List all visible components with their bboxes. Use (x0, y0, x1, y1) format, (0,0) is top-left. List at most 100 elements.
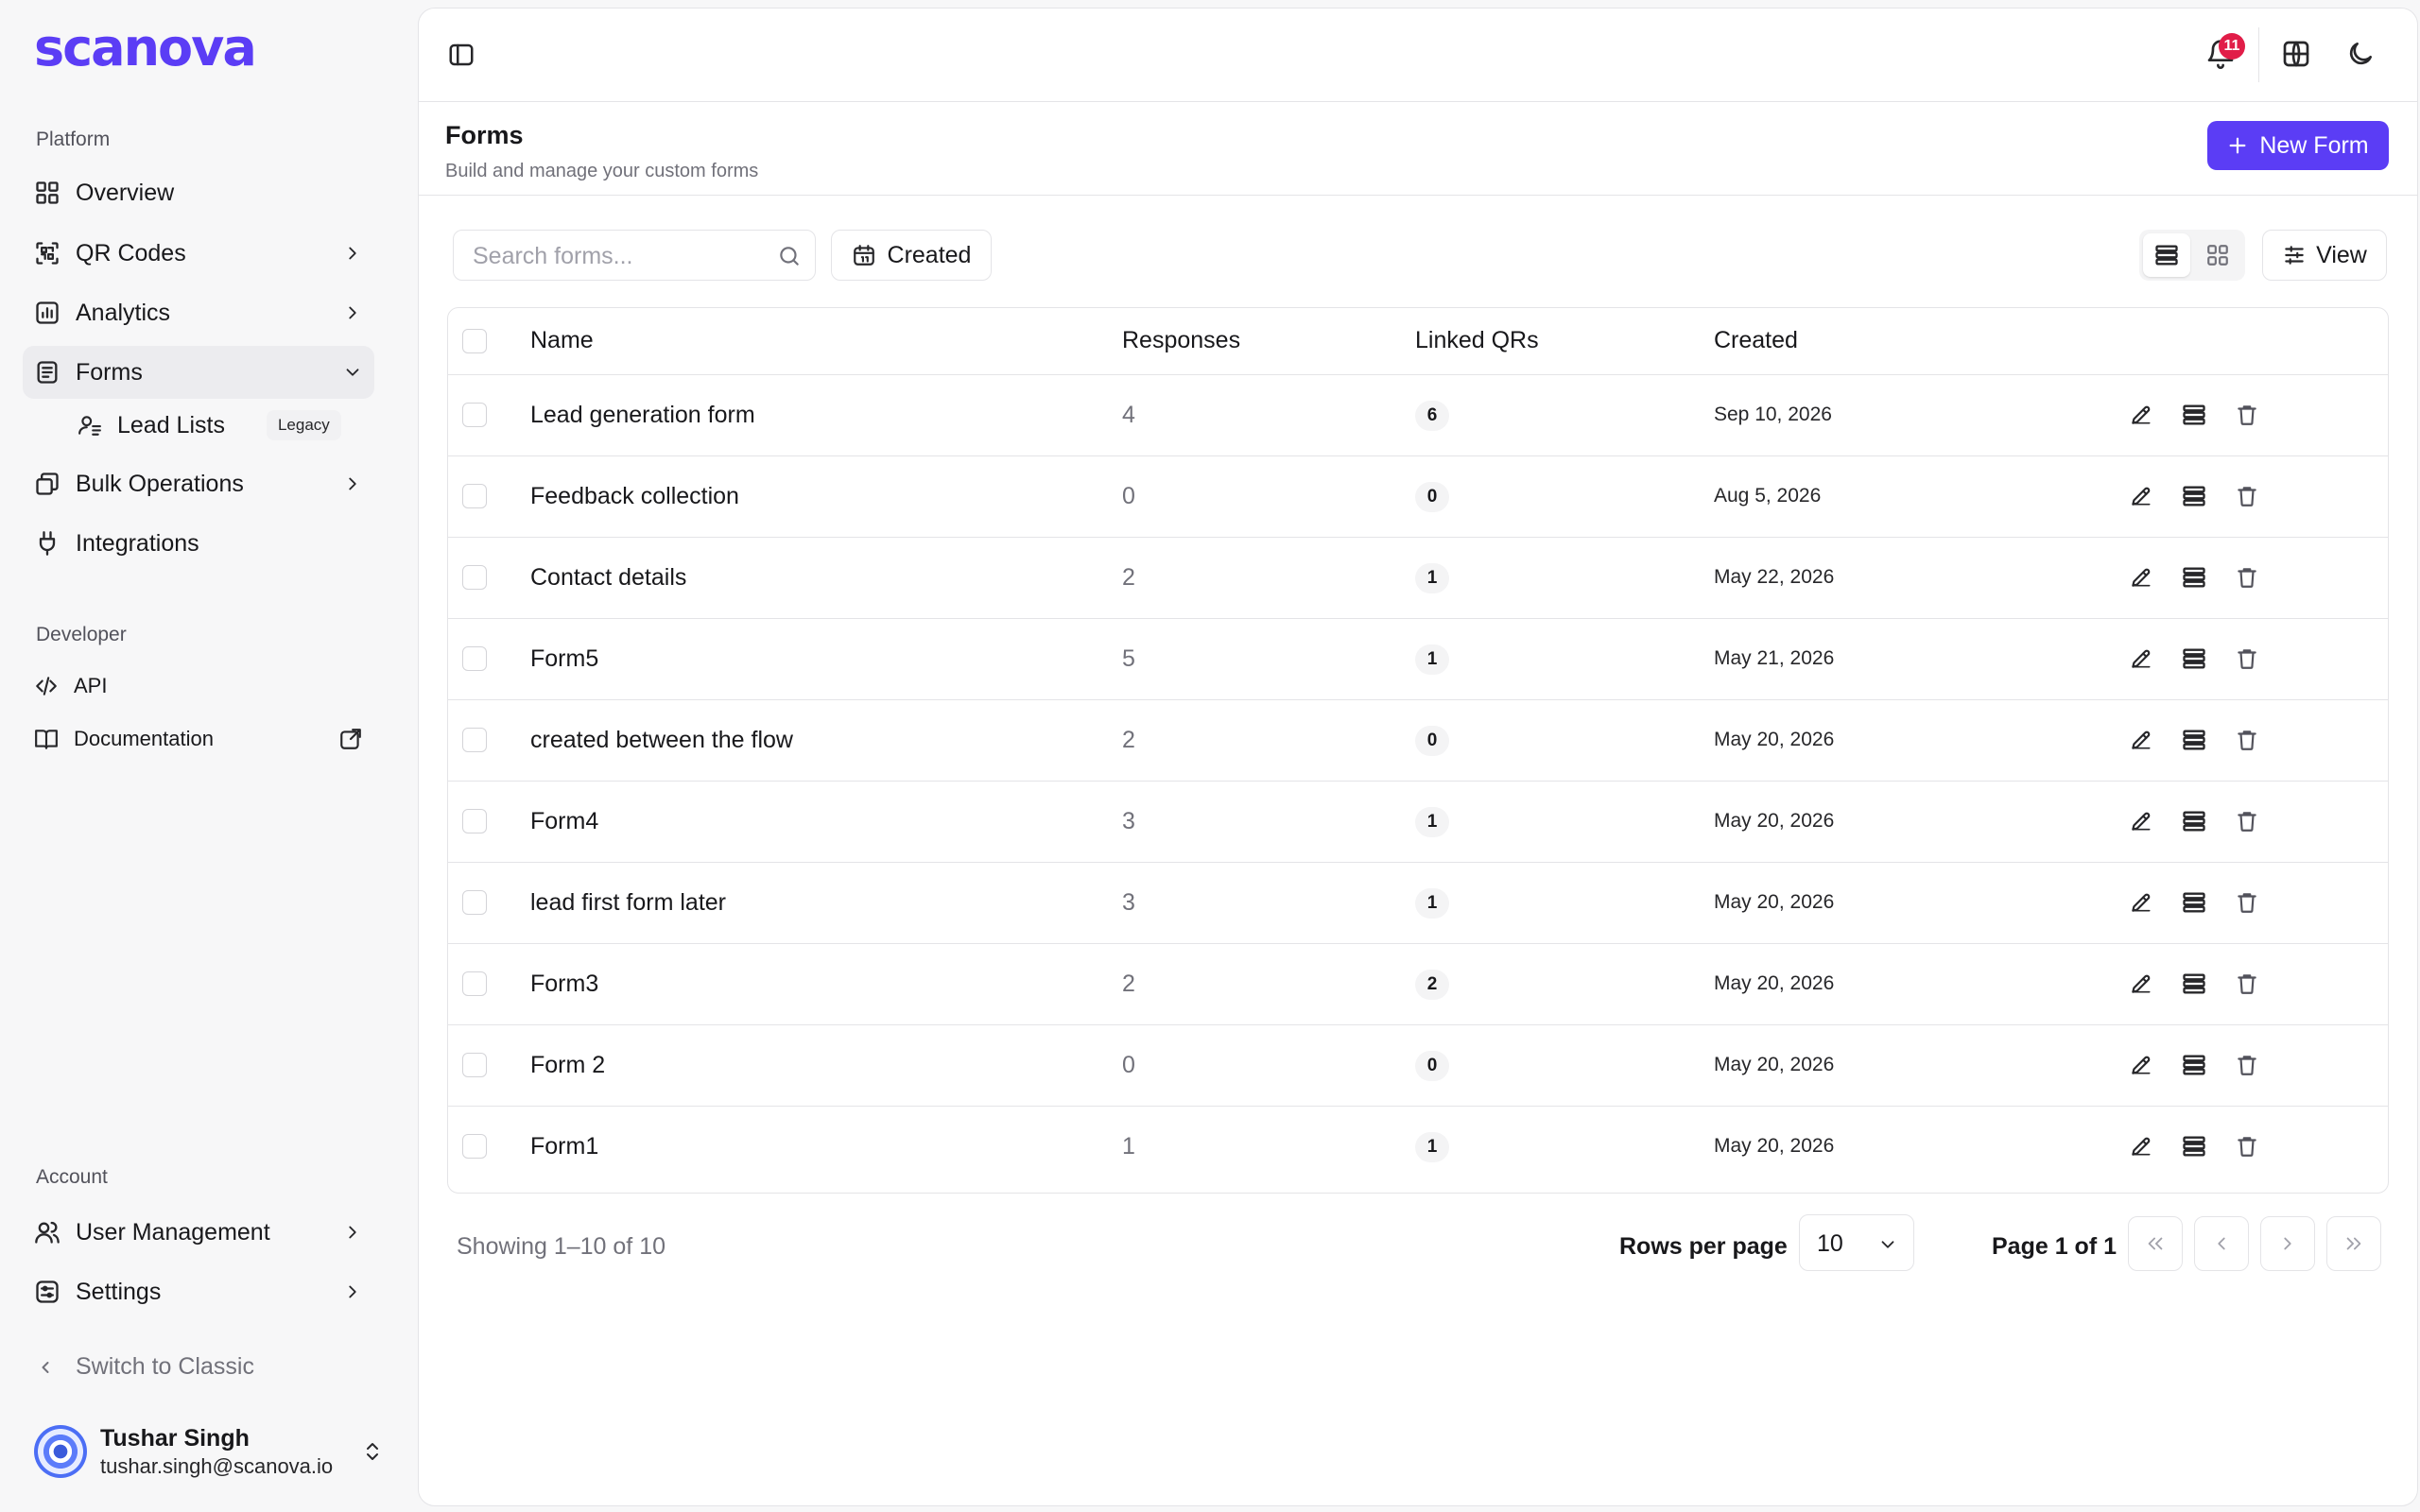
view-responses-button[interactable] (2173, 882, 2215, 923)
switch-to-classic-link[interactable]: Switch to Classic (36, 1353, 254, 1381)
edit-button[interactable] (2120, 719, 2162, 761)
edit-button[interactable] (2120, 963, 2162, 1005)
grid-view-button[interactable] (2194, 233, 2241, 277)
list-view-button[interactable] (2143, 233, 2190, 277)
moon-icon[interactable] (2345, 39, 2376, 69)
delete-button[interactable] (2226, 800, 2268, 842)
sidebar-item-integrations[interactable]: Integrations (23, 517, 374, 570)
delete-button[interactable] (2226, 475, 2268, 517)
sidebar-item-analytics[interactable]: Analytics (23, 286, 374, 339)
table-row[interactable]: Form3 2 2 May 20, 2026 (448, 943, 2388, 1024)
user-menu[interactable]: Tushar Singh tushar.singh@scanova.io (34, 1418, 384, 1486)
delete-button[interactable] (2226, 1125, 2268, 1167)
delete-button[interactable] (2226, 557, 2268, 598)
pencil-icon (2132, 405, 2151, 424)
edit-button[interactable] (2120, 638, 2162, 679)
row-checkbox[interactable] (462, 1053, 487, 1077)
row-checkbox[interactable] (462, 971, 487, 996)
edit-button[interactable] (2120, 1044, 2162, 1086)
response-count: 5 (1122, 644, 1135, 672)
view-responses-button[interactable] (2173, 1044, 2215, 1086)
row-checkbox[interactable] (462, 646, 487, 671)
row-checkbox[interactable] (462, 565, 487, 590)
row-checkbox[interactable] (462, 1134, 487, 1160)
row-checkbox[interactable] (462, 403, 487, 427)
sidebar-item-forms[interactable]: Forms (23, 346, 374, 399)
form-name[interactable]: Feedback collection (529, 455, 1121, 537)
edit-button[interactable] (2120, 394, 2162, 436)
sidebar-item-qr-codes[interactable]: QR Codes (23, 227, 374, 280)
edit-button[interactable] (2120, 882, 2162, 923)
search-field[interactable] (453, 230, 816, 281)
table-row[interactable]: lead first form later 3 1 May 20, 2026 (448, 862, 2388, 943)
rows-per-page-select[interactable]: 10 (1799, 1214, 1914, 1271)
form-name[interactable]: Form5 (529, 618, 1121, 699)
form-name[interactable]: created between the flow (529, 699, 1121, 781)
view-responses-button[interactable] (2173, 475, 2215, 517)
translate-icon[interactable] (2281, 39, 2311, 69)
row-checkbox[interactable] (462, 890, 487, 915)
delete-button[interactable] (2226, 638, 2268, 679)
sidebar-item-settings[interactable]: Settings (23, 1265, 374, 1318)
view-responses-button[interactable] (2173, 800, 2215, 842)
first-page-button[interactable] (2128, 1216, 2183, 1271)
table-row[interactable]: Form 2 0 0 May 20, 2026 (448, 1024, 2388, 1106)
delete-button[interactable] (2226, 719, 2268, 761)
delete-button[interactable] (2226, 394, 2268, 436)
sidebar-item-overview[interactable]: Overview (23, 166, 374, 219)
form-name[interactable]: Contact details (529, 537, 1121, 618)
new-form-button[interactable]: New Form (2207, 121, 2389, 170)
row-checkbox[interactable] (462, 484, 487, 508)
form-name[interactable]: Form1 (529, 1106, 1121, 1187)
list-icon (2183, 1055, 2205, 1075)
table-row[interactable]: Feedback collection 0 0 Aug 5, 2026 (448, 455, 2388, 537)
last-page-button[interactable] (2326, 1216, 2381, 1271)
view-responses-button[interactable] (2173, 963, 2215, 1005)
delete-button[interactable] (2226, 1044, 2268, 1086)
view-responses-button[interactable] (2173, 394, 2215, 436)
table-row[interactable]: Contact details 2 1 May 22, 2026 (448, 537, 2388, 618)
column-header-responses[interactable]: Responses (1121, 308, 1414, 374)
created-date-filter[interactable]: Created (831, 230, 992, 281)
view-responses-button[interactable] (2173, 638, 2215, 679)
edit-button[interactable] (2120, 800, 2162, 842)
edit-button[interactable] (2120, 475, 2162, 517)
table-row[interactable]: Form5 5 1 May 21, 2026 (448, 618, 2388, 699)
edit-button[interactable] (2120, 1125, 2162, 1167)
sidebar-toggle-icon[interactable] (447, 41, 475, 69)
previous-page-button[interactable] (2194, 1216, 2249, 1271)
chevron-right-icon (349, 306, 356, 319)
table-row[interactable]: Form4 3 1 May 20, 2026 (448, 781, 2388, 862)
select-all-checkbox[interactable] (462, 328, 487, 353)
delete-button[interactable] (2226, 882, 2268, 923)
form-name[interactable]: Form3 (529, 943, 1121, 1024)
table-row[interactable]: Form1 1 1 May 20, 2026 (448, 1106, 2388, 1187)
form-name[interactable]: lead first form later (529, 862, 1121, 943)
edit-button[interactable] (2120, 557, 2162, 598)
view-options-button[interactable]: View (2262, 230, 2387, 281)
sidebar-item-documentation[interactable]: Documentation (23, 713, 374, 765)
form-name[interactable]: Form 2 (529, 1024, 1121, 1106)
view-responses-button[interactable] (2173, 557, 2215, 598)
sidebar-item-bulk-operations[interactable]: Bulk Operations (23, 457, 374, 510)
next-page-button[interactable] (2260, 1216, 2315, 1271)
scanova-logo[interactable]: scanova (34, 23, 280, 74)
delete-button[interactable] (2226, 963, 2268, 1005)
column-header-linked-qrs[interactable]: Linked QRs (1414, 308, 1713, 374)
view-responses-button[interactable] (2173, 1125, 2215, 1167)
row-checkbox[interactable] (462, 728, 487, 752)
sidebar-item-api[interactable]: API (23, 660, 374, 713)
pencil-icon (2132, 730, 2151, 749)
table-row[interactable]: created between the flow 2 0 May 20, 202… (448, 699, 2388, 781)
column-header-name[interactable]: Name (529, 308, 1121, 374)
form-name[interactable]: Form4 (529, 781, 1121, 862)
created-filter-label: Created (887, 241, 972, 268)
view-responses-button[interactable] (2173, 719, 2215, 761)
sidebar-item-user-management[interactable]: User Management (23, 1206, 374, 1259)
sidebar-item-lead-lists[interactable]: Lead Lists Legacy (76, 402, 359, 449)
search-input[interactable] (471, 242, 758, 271)
form-name[interactable]: Lead generation form (529, 374, 1121, 455)
row-checkbox[interactable] (462, 809, 487, 833)
table-row[interactable]: Lead generation form 4 6 Sep 10, 2026 (448, 374, 2388, 455)
column-header-created[interactable]: Created (1713, 308, 2119, 374)
